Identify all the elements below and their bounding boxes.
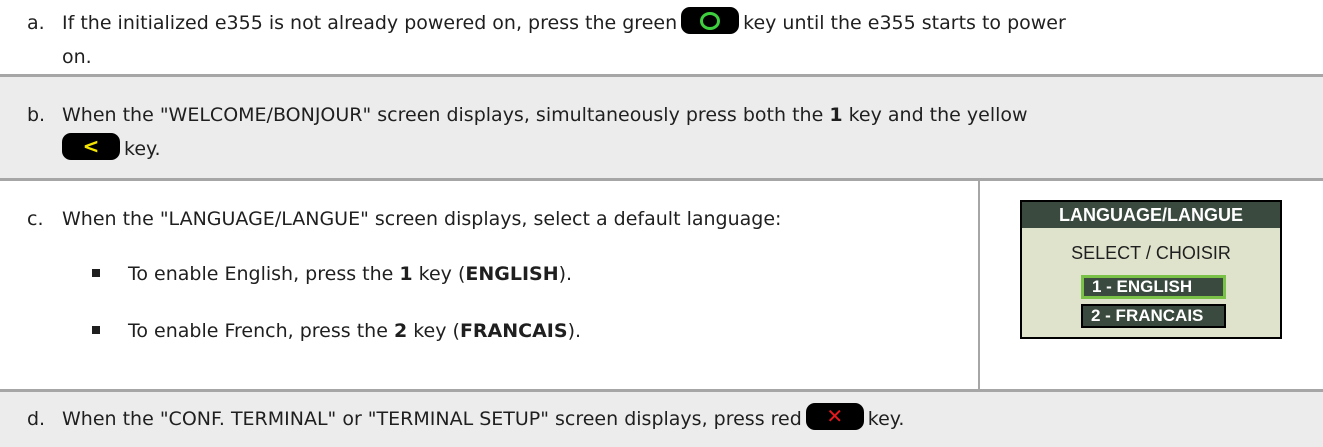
bullet-french: To enable French, press the 2 key (FRANC… [128,320,582,342]
step-c: c. When the "LANGUAGE/LANGUE" screen dis… [0,181,1323,392]
bullet-english: To enable English, press the 1 key (ENGL… [128,263,573,285]
arrow-left-icon: < [82,134,100,158]
option-french: 2 - FRANCAIS [1081,304,1226,328]
step-letter: d. [27,408,46,430]
option-english: 1 - ENGLISH [1081,275,1226,299]
step-text: If the initialized e355 is not already p… [62,6,1307,74]
bullet-icon [92,326,100,334]
step-letter: a. [27,12,45,34]
bullet-icon [92,269,100,277]
step-letter: c. [27,208,44,230]
step-d: d. When the "CONF. TERMINAL" or "TERMINA… [0,392,1323,447]
screen-prompt: SELECT / CHOISIR [1071,243,1231,263]
step-letter: b. [27,104,46,126]
step-text: When the "WELCOME/BONJOUR" screen displa… [62,104,1028,160]
column-divider [978,181,980,389]
circle-icon [700,11,721,30]
screen-header: LANGUAGE/LANGUE [1022,202,1280,228]
step-a: a. If the initialized e355 is not alread… [0,0,1323,77]
power-key-icon [681,7,740,34]
step-text: When the "LANGUAGE/LANGUE" screen displa… [62,208,782,230]
close-icon: ✕ [826,404,844,428]
cancel-key-icon: ✕ [805,403,864,430]
back-key-icon: < [62,133,120,160]
step-b: b. When the "WELCOME/BONJOUR" screen dis… [0,77,1323,181]
instruction-steps: a. If the initialized e355 is not alread… [0,0,1323,447]
terminal-screen: LANGUAGE/LANGUE SELECT / CHOISIR 1 - ENG… [1020,200,1282,339]
step-text: When the "CONF. TERMINAL" or "TERMINAL S… [62,403,905,430]
